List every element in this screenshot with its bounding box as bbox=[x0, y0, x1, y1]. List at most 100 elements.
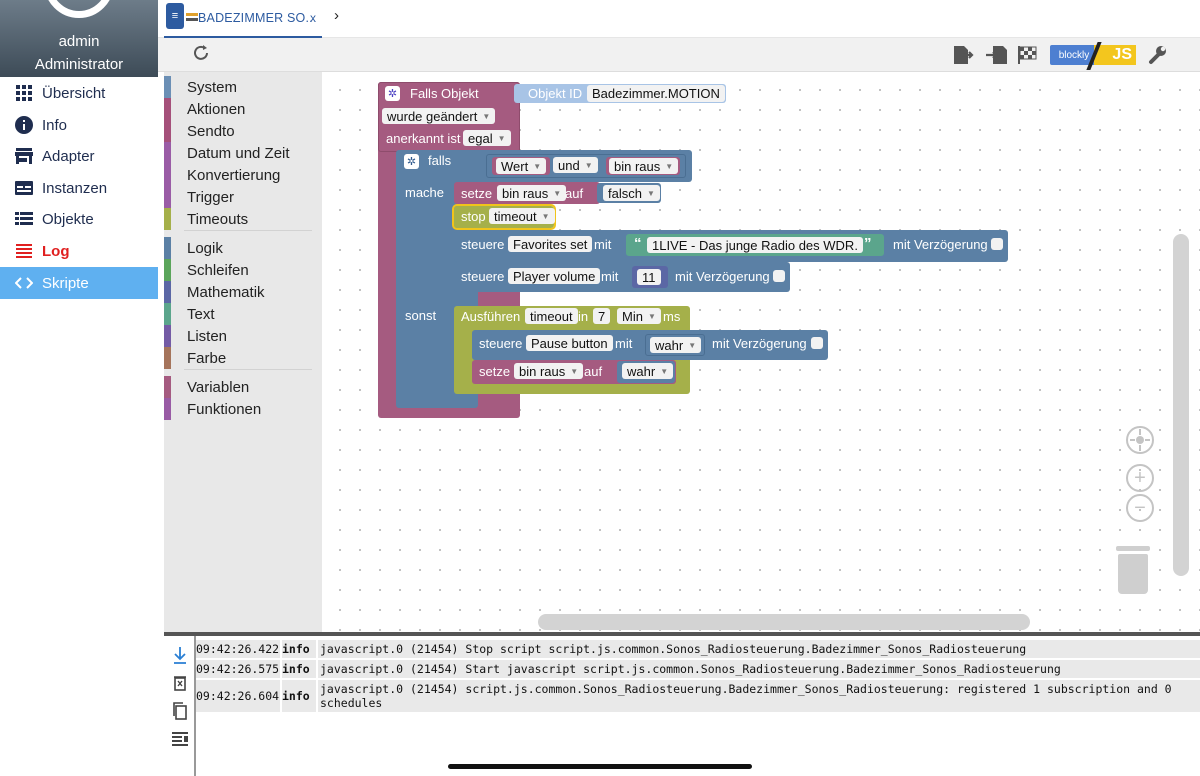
flag-icon[interactable] bbox=[1017, 44, 1039, 66]
stop-var-value: timeout bbox=[494, 208, 537, 224]
trigger-title: Falls Objekt bbox=[410, 86, 479, 101]
clear-log-icon[interactable] bbox=[171, 674, 189, 692]
category-aktionen[interactable]: Aktionen bbox=[164, 98, 322, 120]
blockly-workspace[interactable]: ✲ Falls Objekt Objekt ID Badezimmer.MOTI… bbox=[322, 72, 1200, 632]
cond-op-dropdown[interactable]: und ▼ bbox=[553, 157, 598, 173]
zoom-out-icon[interactable]: − bbox=[1126, 494, 1154, 522]
tab-close-button[interactable]: x bbox=[310, 11, 316, 25]
if-label: falls bbox=[428, 153, 452, 168]
category-label: Aktionen bbox=[187, 100, 246, 118]
ack-dropdown[interactable]: egal ▼ bbox=[463, 130, 511, 146]
category-funktionen[interactable]: Funktionen bbox=[164, 398, 322, 420]
number-field[interactable]: 11 bbox=[637, 269, 661, 285]
ack-label: anerkannt ist bbox=[386, 131, 461, 146]
changed-dropdown[interactable]: wurde geändert ▼ bbox=[382, 108, 496, 124]
control-label: steuere bbox=[461, 237, 505, 252]
workspace-horizontal-scrollbar[interactable] bbox=[538, 614, 1030, 630]
control3-target-field[interactable]: Pause button bbox=[526, 335, 613, 351]
home-indicator bbox=[448, 764, 752, 769]
copy-icon[interactable] bbox=[171, 702, 189, 720]
run-unit-dropdown[interactable]: Min ▼ bbox=[617, 308, 661, 324]
user-avatar[interactable] bbox=[44, 0, 114, 18]
menu-icon[interactable]: ≡ bbox=[166, 3, 184, 29]
nav-item-uebersicht[interactable]: Übersicht bbox=[0, 77, 158, 109]
control3-value-dropdown[interactable]: wahr ▼ bbox=[650, 337, 702, 353]
js-label: JS bbox=[1094, 45, 1136, 65]
object-id-field[interactable]: Badezimmer.MOTION bbox=[587, 85, 725, 102]
nav-item-objekte[interactable]: Objekte bbox=[0, 203, 158, 235]
set2-value-text: wahr bbox=[627, 363, 656, 379]
import-icon[interactable] bbox=[985, 44, 1007, 66]
nav-item-skripte[interactable]: Skripte bbox=[0, 267, 158, 299]
editor-toolbar: blockly JS bbox=[158, 38, 1200, 72]
delay-checkbox[interactable] bbox=[991, 238, 1003, 250]
category-konvertierung[interactable]: Konvertierung bbox=[164, 164, 322, 186]
workspace-vertical-scrollbar[interactable] bbox=[1173, 234, 1189, 576]
category-logik[interactable]: Logik bbox=[164, 237, 322, 259]
stop-var-dropdown[interactable]: timeout ▼ bbox=[489, 208, 555, 224]
settings-wrench-icon[interactable] bbox=[1147, 44, 1169, 66]
nav-item-info[interactable]: Info bbox=[0, 109, 158, 141]
gear-icon[interactable]: ✲ bbox=[385, 86, 400, 101]
zoom-in-icon[interactable]: + bbox=[1126, 464, 1154, 492]
reload-icon[interactable] bbox=[192, 44, 210, 68]
control-label: steuere bbox=[461, 269, 505, 284]
cond-var1-dropdown[interactable]: Wert ▼ bbox=[496, 158, 547, 174]
category-mathematik[interactable]: Mathematik bbox=[164, 281, 322, 303]
category-color-bar bbox=[164, 237, 171, 259]
category-schleifen[interactable]: Schleifen bbox=[164, 259, 322, 281]
blockly-js-toggle[interactable]: blockly JS bbox=[1050, 42, 1136, 70]
nav-item-log[interactable]: Log bbox=[0, 235, 158, 267]
category-color-bar bbox=[164, 325, 171, 347]
category-label: Logik bbox=[187, 239, 223, 257]
control2-target-field[interactable]: Player volume bbox=[508, 268, 601, 284]
text-field[interactable]: 1LIVE - Das junge Radio des WDR. bbox=[647, 237, 863, 253]
category-label: Variablen bbox=[187, 378, 250, 396]
log-time: 09:42:26.604 bbox=[196, 689, 280, 703]
category-system[interactable]: System bbox=[164, 76, 322, 98]
cond-var2-value: bin raus bbox=[614, 158, 661, 174]
ms-label: ms bbox=[663, 309, 681, 324]
category-trigger[interactable]: Trigger bbox=[164, 186, 322, 208]
control1-target-field[interactable]: Favorites set bbox=[508, 236, 593, 252]
category-sendto[interactable]: Sendto bbox=[164, 120, 322, 142]
with-label: mit bbox=[615, 336, 633, 351]
scroll-down-icon[interactable] bbox=[171, 646, 189, 664]
category-label: Konvertierung bbox=[187, 166, 281, 184]
category-text[interactable]: Text bbox=[164, 303, 322, 325]
log-icon bbox=[15, 242, 33, 260]
category-variablen[interactable]: Variablen bbox=[164, 376, 322, 398]
category-label: Listen bbox=[187, 327, 228, 345]
log-filter-icon[interactable] bbox=[171, 730, 189, 748]
set2-value-dropdown[interactable]: wahr ▼ bbox=[622, 363, 674, 379]
delay-checkbox[interactable] bbox=[773, 270, 785, 282]
set2-var-dropdown[interactable]: bin raus ▼ bbox=[514, 363, 584, 379]
gear-icon[interactable]: ✲ bbox=[404, 154, 419, 169]
category-timeouts[interactable]: Timeouts bbox=[164, 208, 322, 230]
set2-var-value: bin raus bbox=[519, 363, 566, 379]
set-var-dropdown[interactable]: bin raus ▼ bbox=[497, 185, 567, 201]
category-datum-und-zeit[interactable]: Datum und Zeit bbox=[164, 142, 322, 164]
set-to-label: auf bbox=[584, 364, 603, 379]
category-listen[interactable]: Listen bbox=[164, 325, 322, 347]
cond-var1-value: Wert bbox=[501, 158, 529, 174]
nav-label: Übersicht bbox=[42, 84, 106, 102]
user-header: admin Administrator bbox=[0, 0, 158, 77]
set-value1-dropdown[interactable]: falsch ▼ bbox=[603, 185, 660, 201]
run-var-field[interactable]: timeout bbox=[525, 308, 578, 324]
tab-script[interactable]: ≡ BADEZIMMER SO.. x bbox=[164, 0, 322, 38]
nav-item-adapter[interactable]: Adapter bbox=[0, 140, 158, 172]
category-farbe[interactable]: Farbe bbox=[164, 347, 322, 369]
zoom-reset-icon[interactable] bbox=[1126, 426, 1154, 454]
run-amount-field[interactable]: 7 bbox=[593, 308, 611, 324]
export-icon[interactable] bbox=[952, 44, 974, 66]
nav-item-instanzen[interactable]: Instanzen bbox=[0, 172, 158, 204]
stop-label: stop bbox=[461, 209, 486, 224]
chevron-right-icon[interactable]: › bbox=[334, 7, 339, 24]
category-label: Farbe bbox=[187, 349, 227, 367]
log-time: 09:42:26.575 bbox=[196, 662, 280, 676]
cond-var2-dropdown[interactable]: bin raus ▼ bbox=[609, 158, 679, 174]
delay-checkbox[interactable] bbox=[811, 337, 823, 349]
trash-icon[interactable] bbox=[1114, 546, 1152, 594]
control2-value-text: 11 bbox=[642, 269, 656, 285]
